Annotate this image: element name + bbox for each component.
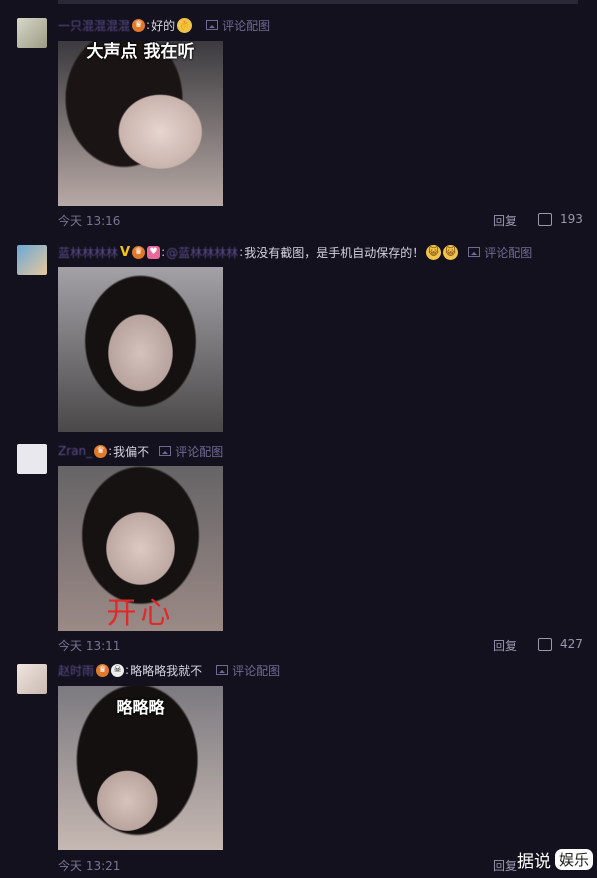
comment-text: 我没有截图，是手机自动保存的！: [244, 245, 425, 260]
avatar[interactable]: [17, 245, 47, 275]
comment-line: Zran_ ♛ : 我偏不 评论配图: [58, 442, 223, 460]
avatar[interactable]: [17, 664, 47, 694]
image-caption: 略略略: [116, 698, 165, 717]
watermark-prefix: 据说: [516, 852, 551, 872]
comment-text: 好的: [151, 18, 176, 33]
picture-button-label: 评论配图: [175, 444, 224, 459]
watermark-box: 娱乐: [554, 849, 593, 870]
colon: :: [108, 444, 113, 458]
crown-badge-icon: ♛: [132, 18, 146, 32]
cat-face-icon: 😺: [426, 244, 442, 260]
cat-face-icon: 😺: [443, 244, 459, 260]
view-picture-button[interactable]: 评论配图: [468, 244, 532, 261]
picture-button-label: 评论配图: [232, 663, 281, 678]
username[interactable]: Zran_: [58, 444, 92, 458]
username[interactable]: 赵时雨: [58, 662, 94, 679]
thumbs-up-icon: [538, 637, 552, 651]
colon: :: [239, 245, 244, 259]
view-picture-button[interactable]: 评论配图: [216, 662, 280, 679]
timestamp: 今天 13:16: [58, 214, 121, 228]
image-caption: 开心: [106, 596, 175, 631]
comment-text: 我偏不: [113, 444, 150, 459]
picture-icon: [206, 20, 219, 30]
colon: :: [125, 663, 130, 677]
watermark-logo: 据说 娱乐: [517, 847, 593, 872]
picture-icon: [159, 446, 172, 456]
like-button[interactable]: 427: [538, 637, 583, 651]
picture-icon: [468, 247, 481, 257]
ok-hand-icon: 👌: [177, 17, 193, 33]
view-picture-button[interactable]: 评论配图: [159, 443, 223, 460]
comment-line: 赵时雨 ♛ ☠ : 略略略我就不 评论配图: [58, 661, 280, 679]
colon: :: [161, 245, 166, 259]
comment-line: 蓝林林林林 V ♛ ♥ : @蓝林林林林 : 我没有截图，是手机自动保存的！ 😺…: [58, 243, 532, 261]
comment-image[interactable]: 开心: [58, 466, 223, 631]
avatar[interactable]: [17, 18, 47, 48]
username[interactable]: 蓝林林林林: [58, 244, 118, 261]
member-badge-icon: ♥: [147, 245, 161, 259]
image-caption: 大声点 我在听: [86, 42, 195, 62]
comment-image[interactable]: 大声点 我在听: [58, 41, 223, 206]
crown-badge-icon: ♛: [94, 444, 108, 458]
comment-line: 一只混混混混 ♛ : 好的 👌 评论配图: [58, 16, 270, 34]
picture-icon: [216, 665, 229, 675]
previous-comment-edge: [58, 0, 578, 4]
picture-button-label: 评论配图: [222, 18, 271, 33]
reply-button[interactable]: 回复: [493, 857, 517, 874]
vip-v-badge-icon: V: [120, 244, 131, 260]
timestamp: 今天 13:21: [58, 859, 121, 873]
skull-badge-icon: ☠: [111, 663, 125, 677]
view-picture-button[interactable]: 评论配图: [206, 17, 270, 34]
colon: :: [146, 18, 151, 32]
reply-button[interactable]: 回复: [493, 637, 517, 654]
username[interactable]: 一只混混混混: [58, 17, 130, 34]
mention-link[interactable]: @蓝林林林林: [166, 244, 238, 261]
comment-image[interactable]: 略略略: [58, 686, 223, 850]
comment-meta: 今天 13:21 回复: [58, 857, 578, 873]
like-count: 427: [560, 637, 583, 651]
picture-button-label: 评论配图: [484, 245, 533, 260]
like-count: 193: [560, 212, 583, 226]
avatar[interactable]: [17, 444, 47, 474]
comment-meta: 今天 13:11 回复 427: [58, 637, 583, 654]
timestamp: 今天 13:11: [58, 639, 121, 653]
crown-badge-icon: ♛: [96, 663, 110, 677]
thumbs-up-icon: [538, 212, 552, 226]
like-button[interactable]: 193: [538, 212, 583, 226]
reply-button[interactable]: 回复: [493, 212, 517, 229]
crown-badge-icon: ♛: [132, 245, 146, 259]
comment-meta: 今天 13:16 回复 193: [58, 212, 583, 229]
comment-image[interactable]: [58, 267, 223, 432]
comment-text: 略略略我就不: [130, 663, 203, 678]
